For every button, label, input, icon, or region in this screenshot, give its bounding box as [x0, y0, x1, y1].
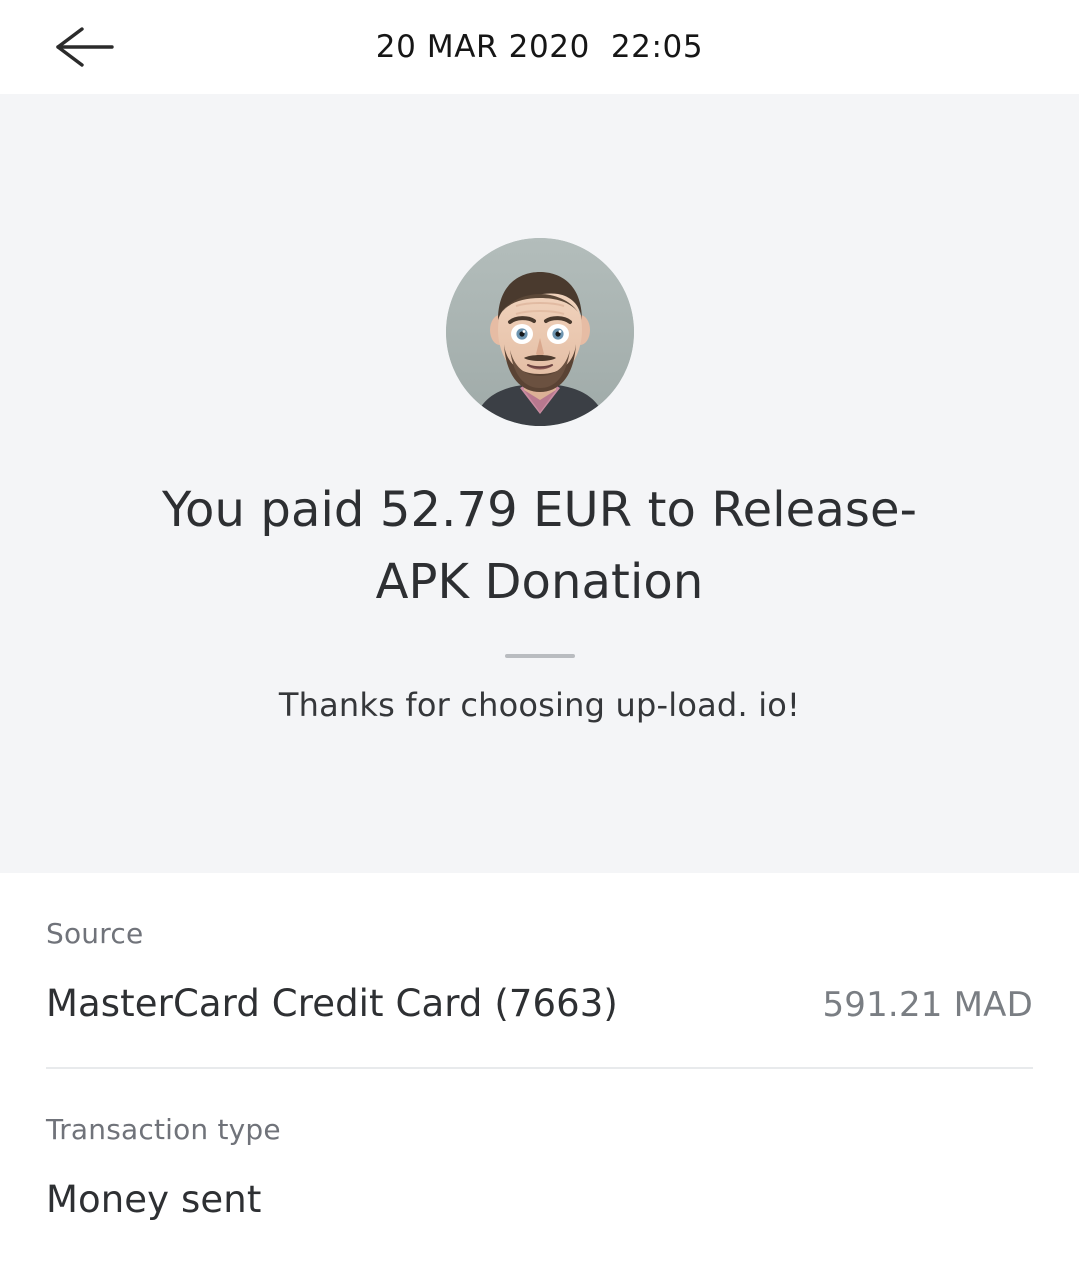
transaction-datetime: 20 MAR 2020 22:05: [375, 29, 704, 65]
detail-label-source: Source: [46, 917, 144, 950]
detail-value-line-source: MasterCard Credit Card (7663) 591.21 MAD: [46, 982, 1033, 1025]
back-button[interactable]: [36, 11, 132, 83]
detail-value-line-transaction-type: Money sent: [46, 1178, 1033, 1221]
detail-row-source[interactable]: Source MasterCard Credit Card (7663) 591…: [46, 873, 1033, 1067]
detail-label-transaction-type: Transaction type: [46, 1113, 281, 1146]
source-value: MasterCard Credit Card (7663): [46, 982, 618, 1025]
avatar-photo: [445, 238, 634, 426]
source-amount: 591.21 MAD: [822, 985, 1033, 1025]
transaction-detail-screen: 20 MAR 2020 22:05 You paid 52.79 EUR to …: [0, 0, 1079, 1280]
payment-summary-title: You paid 52.79 EUR to Release-APK Donati…: [162, 482, 917, 610]
arrow-left-icon: [53, 25, 115, 69]
transaction-details-list: Source MasterCard Credit Card (7663) 591…: [0, 873, 1079, 1263]
thank-you-message: Thanks for choosing up-load. io!: [278, 686, 801, 724]
detail-row-transaction-type[interactable]: Transaction type Money sent: [46, 1069, 1033, 1263]
transaction-type-value: Money sent: [46, 1178, 262, 1221]
transaction-summary-panel: You paid 52.79 EUR to Release-APK Donati…: [0, 94, 1079, 873]
top-app-bar: 20 MAR 2020 22:05: [0, 0, 1079, 94]
hero-divider: [504, 654, 575, 658]
avatar: [445, 238, 634, 426]
